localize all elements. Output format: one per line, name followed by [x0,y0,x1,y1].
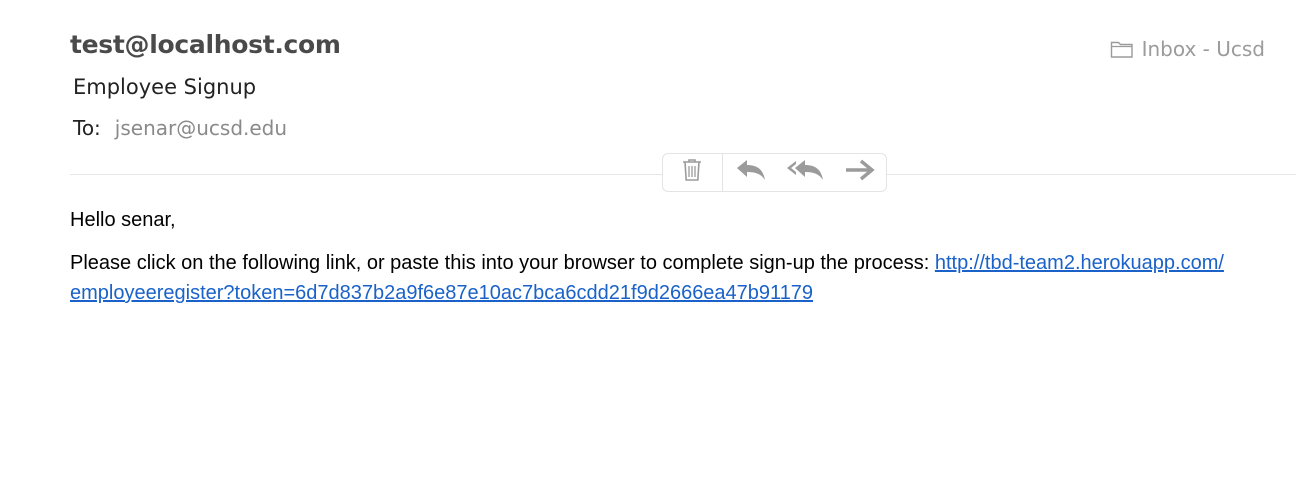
forward-button[interactable] [834,154,886,191]
trash-icon [680,157,704,188]
to-label: To: [73,116,101,140]
reply-all-button[interactable] [778,154,834,191]
forward-icon [844,159,876,186]
message-toolbar [662,153,887,192]
email-view: test@localhost.com Employee Signup To: js… [0,0,1296,496]
mailbox-indicator[interactable]: Inbox - Ucsd [1110,37,1265,61]
reply-all-icon [786,158,826,187]
folder-icon [1110,39,1134,59]
greeting: Hello senar, [70,209,176,231]
recipient-address[interactable]: jsenar@ucsd.edu [115,116,287,140]
sender-address: test@localhost.com [70,30,341,59]
instruction-paragraph: Please click on the following link, or p… [70,248,1230,308]
reply-button[interactable] [723,154,779,191]
recipient-row: To: jsenar@ucsd.edu [73,116,287,140]
email-subject: Employee Signup [73,75,257,99]
instruction-text: Please click on the following link, or p… [70,252,935,274]
message-body: Hello senar, Please click on the followi… [70,205,1230,321]
mailbox-label: Inbox - Ucsd [1141,37,1265,61]
reply-icon [735,158,767,187]
delete-button[interactable] [663,154,723,191]
